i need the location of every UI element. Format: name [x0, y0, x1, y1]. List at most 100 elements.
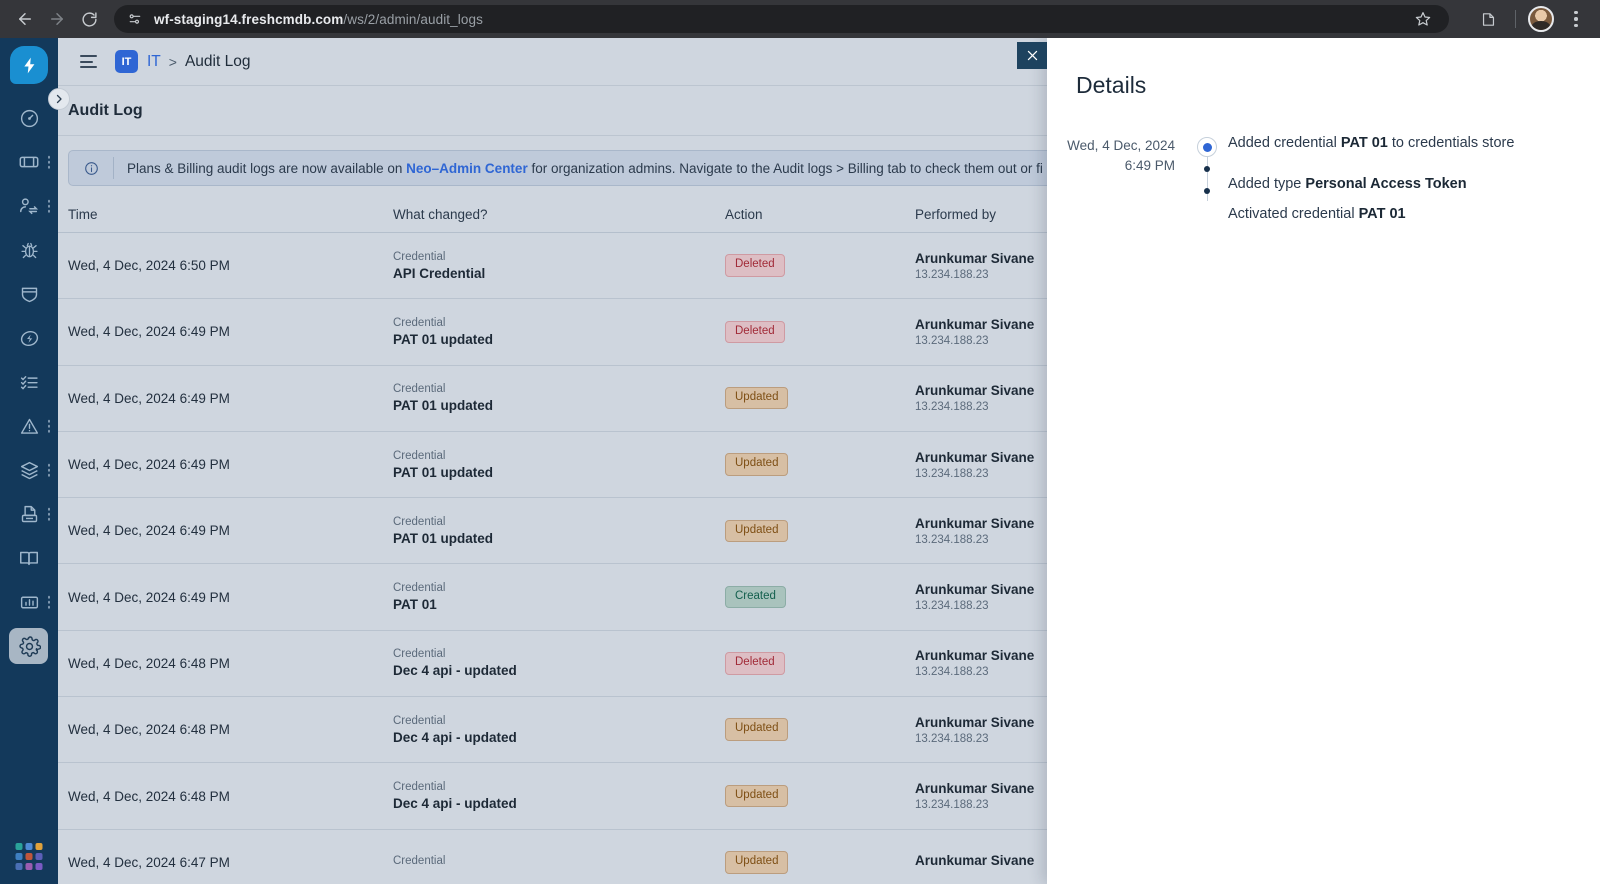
toolbar-divider	[1515, 10, 1516, 28]
cell-what-changed: Credential PAT 01	[393, 582, 725, 612]
event-highlight: Personal Access Token	[1305, 175, 1467, 192]
entity-name: Dec 4 api - updated	[393, 663, 517, 679]
page-title: Audit Log	[68, 101, 143, 119]
cell-action: Updated	[725, 784, 915, 808]
browser-toolbar: wf-staging14.freshcmdb.com/ws/2/admin/au…	[0, 0, 1600, 38]
status-badge: Deleted	[725, 254, 785, 277]
timeline-dot-secondary	[1204, 166, 1210, 172]
sidebar-item-tickets[interactable]	[0, 140, 58, 184]
entity-name: PAT 01 updated	[393, 331, 494, 347]
status-badge: Updated	[725, 519, 789, 543]
timeline-time: 6:49 PM	[1124, 157, 1175, 173]
sidebar-item-menu-icon[interactable]	[47, 199, 50, 213]
column-header-time: Time	[68, 207, 98, 222]
event-highlight: PAT 01	[1340, 135, 1388, 151]
cell-time: Wed, 4 Dec, 2024 6:49 PM	[68, 324, 230, 340]
chrome-menu-icon[interactable]	[1562, 4, 1590, 34]
app-window: IT IT > Audit Log Audit Log Plans & Bill…	[0, 38, 1600, 884]
breadcrumb-workspace-link[interactable]: IT	[147, 53, 161, 71]
timeline-track	[1192, 136, 1222, 222]
status-badge: Deleted	[725, 652, 785, 675]
entity-name: PAT 01 updated	[393, 530, 494, 546]
entity-type: Credential	[393, 250, 446, 263]
info-circle-icon	[69, 161, 113, 176]
app-switcher-grid[interactable]	[15, 843, 43, 870]
cell-action: Deleted	[725, 320, 915, 344]
banner-text-before: Plans & Billing audit logs are now avail…	[127, 160, 407, 176]
profile-avatar[interactable]	[1528, 6, 1554, 32]
details-timeline: Wed, 4 Dec, 2024 6:49 PM Added credentia…	[1047, 99, 1600, 222]
sidebar-item-menu-icon[interactable]	[47, 595, 50, 609]
freshservice-logo-icon[interactable]	[10, 46, 48, 84]
entity-name: Dec 4 api - updated	[393, 796, 517, 812]
cell-what-changed: Credential PAT 01 updated	[393, 516, 725, 546]
cell-action: Created	[725, 585, 915, 609]
cell-what-changed: Credential Dec 4 api - updated	[393, 715, 725, 745]
sidebar-item-analytics[interactable]	[0, 580, 58, 624]
cell-action: Updated	[725, 519, 915, 543]
url-path: /ws/2/admin/audit_logs	[343, 11, 483, 27]
cell-action: Deleted	[725, 652, 915, 675]
menu-toggle-icon[interactable]	[80, 55, 97, 68]
column-header-action: Action	[725, 207, 763, 222]
entity-name: Dec 4 api - updated	[393, 729, 517, 745]
sidebar-item-knowledge-base[interactable]	[0, 536, 58, 580]
timeline-dot-primary	[1197, 137, 1217, 157]
sidebar-item-automation[interactable]	[0, 316, 58, 360]
breadcrumb-current: Audit Log	[184, 52, 251, 70]
sidebar-item-changes[interactable]	[0, 184, 58, 228]
cell-time: Wed, 4 Dec, 2024 6:47 PM	[68, 854, 230, 870]
entity-type: Credential	[393, 515, 446, 528]
cell-action: Updated	[725, 453, 915, 476]
back-button[interactable]	[10, 4, 40, 34]
cell-time: Wed, 4 Dec, 2024 6:48 PM	[68, 655, 230, 671]
timeline-date: Wed, 4 Dec, 2024	[1067, 138, 1175, 153]
entity-type: Credential	[393, 316, 446, 329]
sidebar-item-menu-icon[interactable]	[47, 155, 50, 169]
status-badge: Created	[725, 585, 786, 609]
details-panel: Details Wed, 4 Dec, 2024 6:49 PM Added c…	[1017, 38, 1600, 884]
cell-time: Wed, 4 Dec, 2024 6:48 PM	[68, 722, 230, 738]
entity-type: Credential	[393, 854, 446, 867]
sidebar-item-menu-icon[interactable]	[47, 463, 50, 477]
address-bar[interactable]: wf-staging14.freshcmdb.com/ws/2/admin/au…	[114, 5, 1449, 33]
extensions-icon[interactable]	[1473, 4, 1503, 34]
site-settings-icon[interactable]	[126, 11, 143, 28]
chrome-right-actions	[1461, 4, 1590, 34]
details-title: Details	[1076, 72, 1147, 98]
sidebar-item-admin-settings[interactable]	[0, 624, 58, 668]
sidebar-item-menu-icon[interactable]	[47, 507, 50, 521]
sidebar-item-assets[interactable]	[0, 492, 58, 536]
column-header-what: What changed?	[393, 207, 488, 222]
event-highlight: PAT 01	[1358, 206, 1406, 222]
reload-button[interactable]	[74, 4, 104, 34]
close-icon[interactable]	[1017, 42, 1047, 69]
cell-time: Wed, 4 Dec, 2024 6:49 PM	[68, 457, 230, 473]
cell-what-changed: Credential Dec 4 api - updated	[393, 648, 725, 678]
sidebar-item-releases[interactable]	[0, 272, 58, 316]
cell-action: Updated	[725, 386, 915, 410]
status-badge: Updated	[725, 718, 789, 741]
forward-button[interactable]	[42, 4, 72, 34]
cell-what-changed: Credential API Credential	[393, 251, 725, 281]
sidebar-item-problems[interactable]	[0, 228, 58, 272]
cell-what-changed: Credential PAT 01 updated	[393, 383, 725, 413]
cell-time: Wed, 4 Dec, 2024 6:50 PM	[68, 258, 230, 274]
neo-admin-center-link[interactable]: Neo–Admin Center	[406, 161, 528, 176]
cell-what-changed: Credential	[393, 855, 725, 870]
url-text: wf-staging14.freshcmdb.com/ws/2/admin/au…	[154, 12, 483, 27]
sidebar-item-alerts[interactable]	[0, 404, 58, 448]
status-badge: Updated	[725, 784, 789, 808]
bookmark-star-icon[interactable]	[1409, 5, 1437, 33]
sidebar-item-menu-icon[interactable]	[47, 419, 50, 433]
entity-name: PAT 01	[393, 597, 437, 613]
entity-name: PAT 01 updated	[393, 464, 494, 480]
status-badge: Deleted	[725, 320, 785, 344]
sidebar-rail	[0, 38, 58, 884]
cell-time: Wed, 4 Dec, 2024 6:49 PM	[68, 523, 230, 539]
sidebar-item-cmdb[interactable]	[0, 448, 58, 492]
cell-action: Deleted	[725, 254, 915, 277]
sidebar-expand-button[interactable]	[48, 88, 70, 110]
sidebar-item-tasks[interactable]	[0, 360, 58, 404]
cell-what-changed: Credential Dec 4 api - updated	[393, 781, 725, 811]
